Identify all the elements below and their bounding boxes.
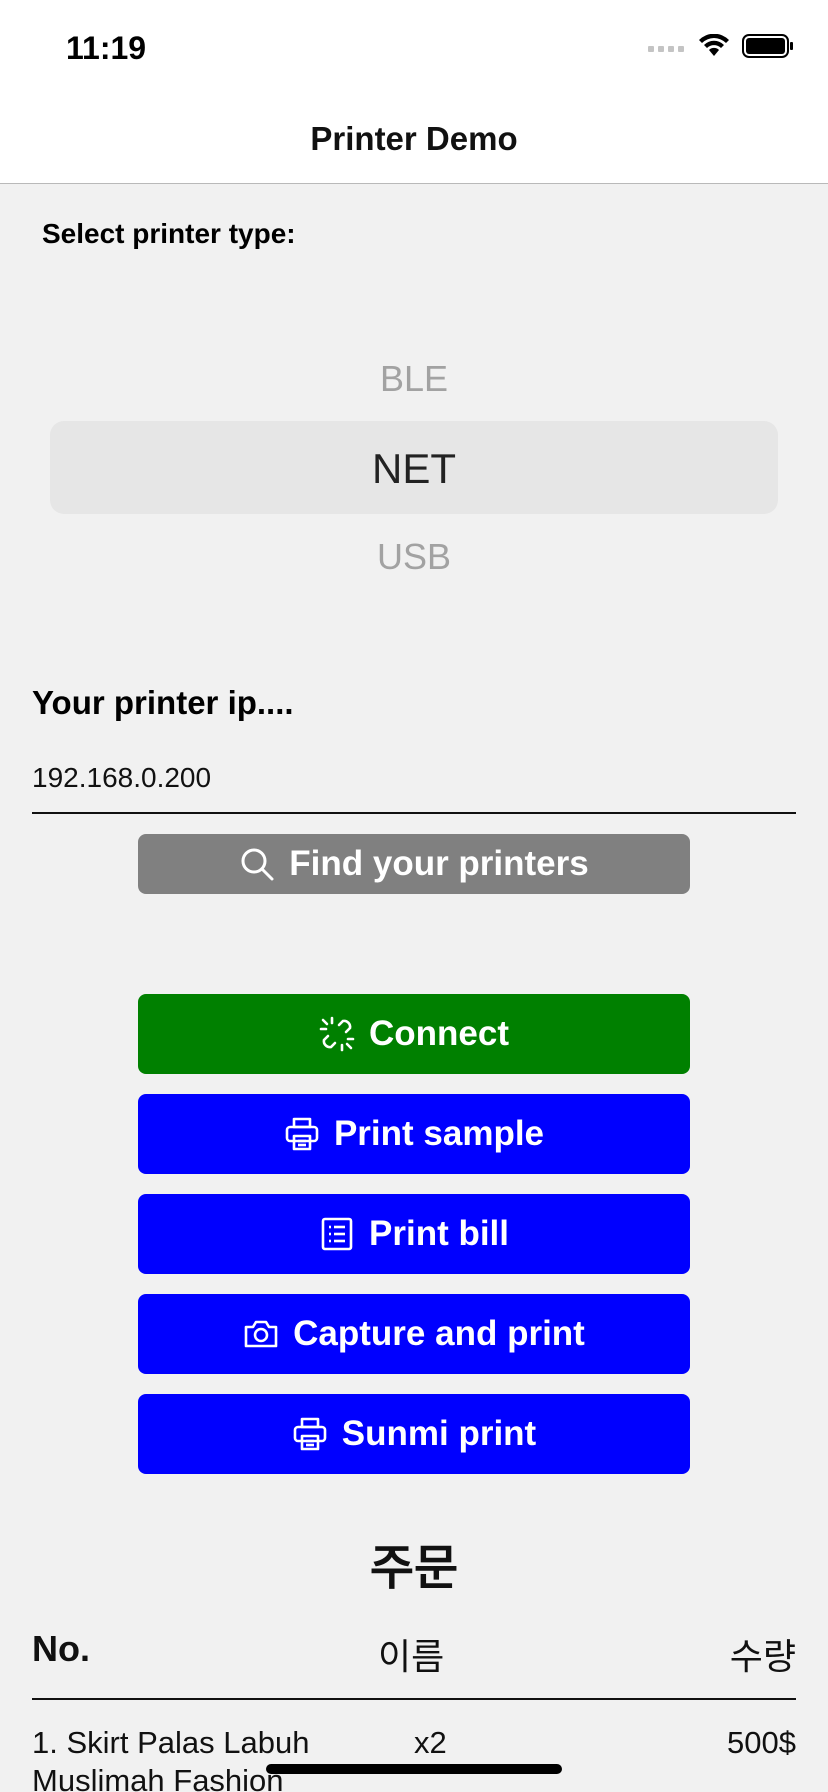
row-item-price: 500$ [727,1725,796,1760]
column-header-no: No. [32,1628,90,1669]
connect-label: Connect [369,1014,509,1053]
printer-icon [292,1416,328,1452]
column-header-name: 이름 [378,1636,445,1677]
print-sample-button[interactable]: Print sample [138,1094,690,1174]
printer-ip-label: Your printer ip.... [32,684,294,721]
picker-option-ble[interactable]: BLE [50,358,778,400]
printer-ip-input[interactable] [32,744,796,814]
find-printers-label: Find your printers [289,844,589,883]
printer-type-label: Select printer type: [42,218,296,249]
camera-icon [243,1316,279,1352]
status-bar: 11:19 [0,0,828,96]
picker-option-net[interactable]: NET [50,445,778,493]
home-indicator[interactable] [266,1764,562,1774]
status-time: 11:19 [66,30,147,66]
battery-icon [742,34,794,63]
orders-title: 주문 [369,1542,459,1595]
receipt-list-icon [319,1216,355,1252]
print-bill-button[interactable]: Print bill [138,1194,690,1274]
signal-icon [648,40,686,58]
sunmi-print-button[interactable]: Sunmi print [138,1394,690,1474]
column-header-qty: 수량 [729,1636,796,1677]
sunmi-print-label: Sunmi print [341,1414,537,1453]
nav-bar: Printer Demo [0,96,828,184]
search-icon [239,846,275,882]
printer-type-picker[interactable]: BLE NET USB [50,338,778,598]
find-printers-button[interactable]: Find your printers [138,834,690,894]
wifi-icon [698,33,730,63]
connect-button[interactable]: Connect [138,994,690,1074]
status-icons [648,33,794,63]
printer-icon [284,1116,320,1152]
capture-and-print-label: Capture and print [293,1314,585,1353]
row-item-qty: x2 [414,1725,447,1760]
print-bill-label: Print bill [369,1214,509,1253]
capture-and-print-button[interactable]: Capture and print [138,1294,690,1374]
broken-link-icon [319,1016,355,1052]
row-item-name: 1. Skirt Palas Labuh Muslimah Fashion [32,1725,310,1792]
print-sample-label: Print sample [333,1114,545,1153]
page-title: Printer Demo [310,120,518,157]
picker-option-usb[interactable]: USB [50,536,778,578]
table-divider [32,1698,796,1700]
